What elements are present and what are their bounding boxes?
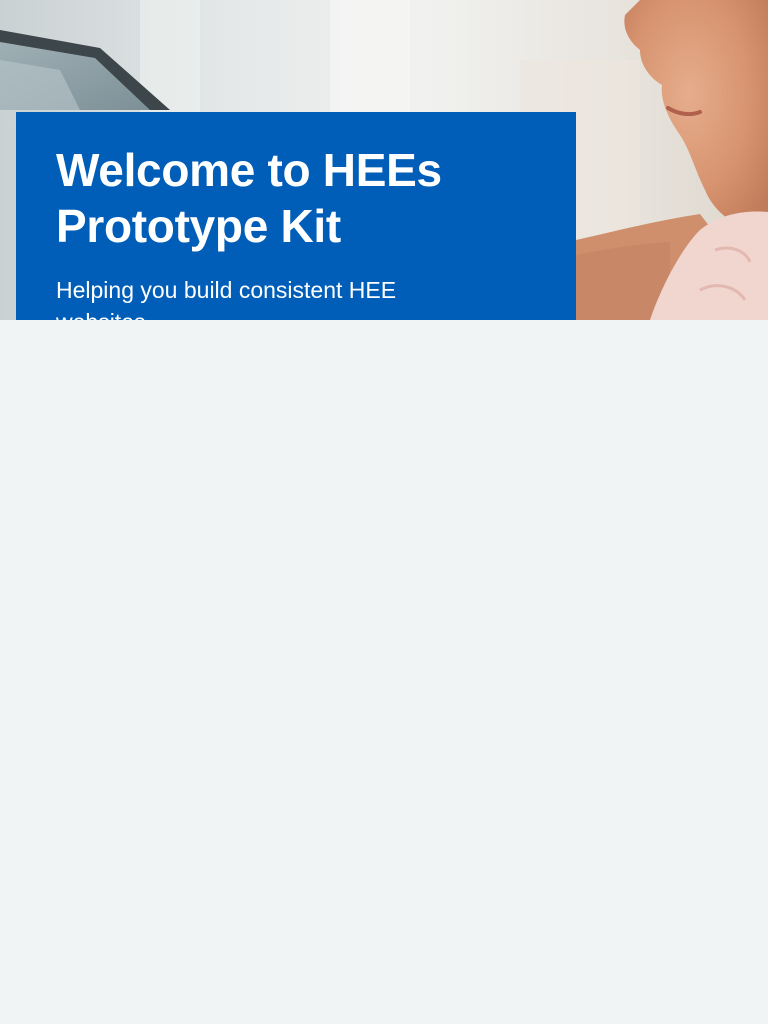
hero-callout-panel: Welcome to HEEs Prototype Kit Helping yo… [16,112,576,320]
page-title: Welcome to HEEs Prototype Kit [56,144,442,252]
main-content [0,320,768,1024]
page-subtitle: Helping you build consistent HEE website… [56,277,397,320]
hero-banner: Welcome to HEEs Prototype Kit Helping yo… [0,0,768,320]
